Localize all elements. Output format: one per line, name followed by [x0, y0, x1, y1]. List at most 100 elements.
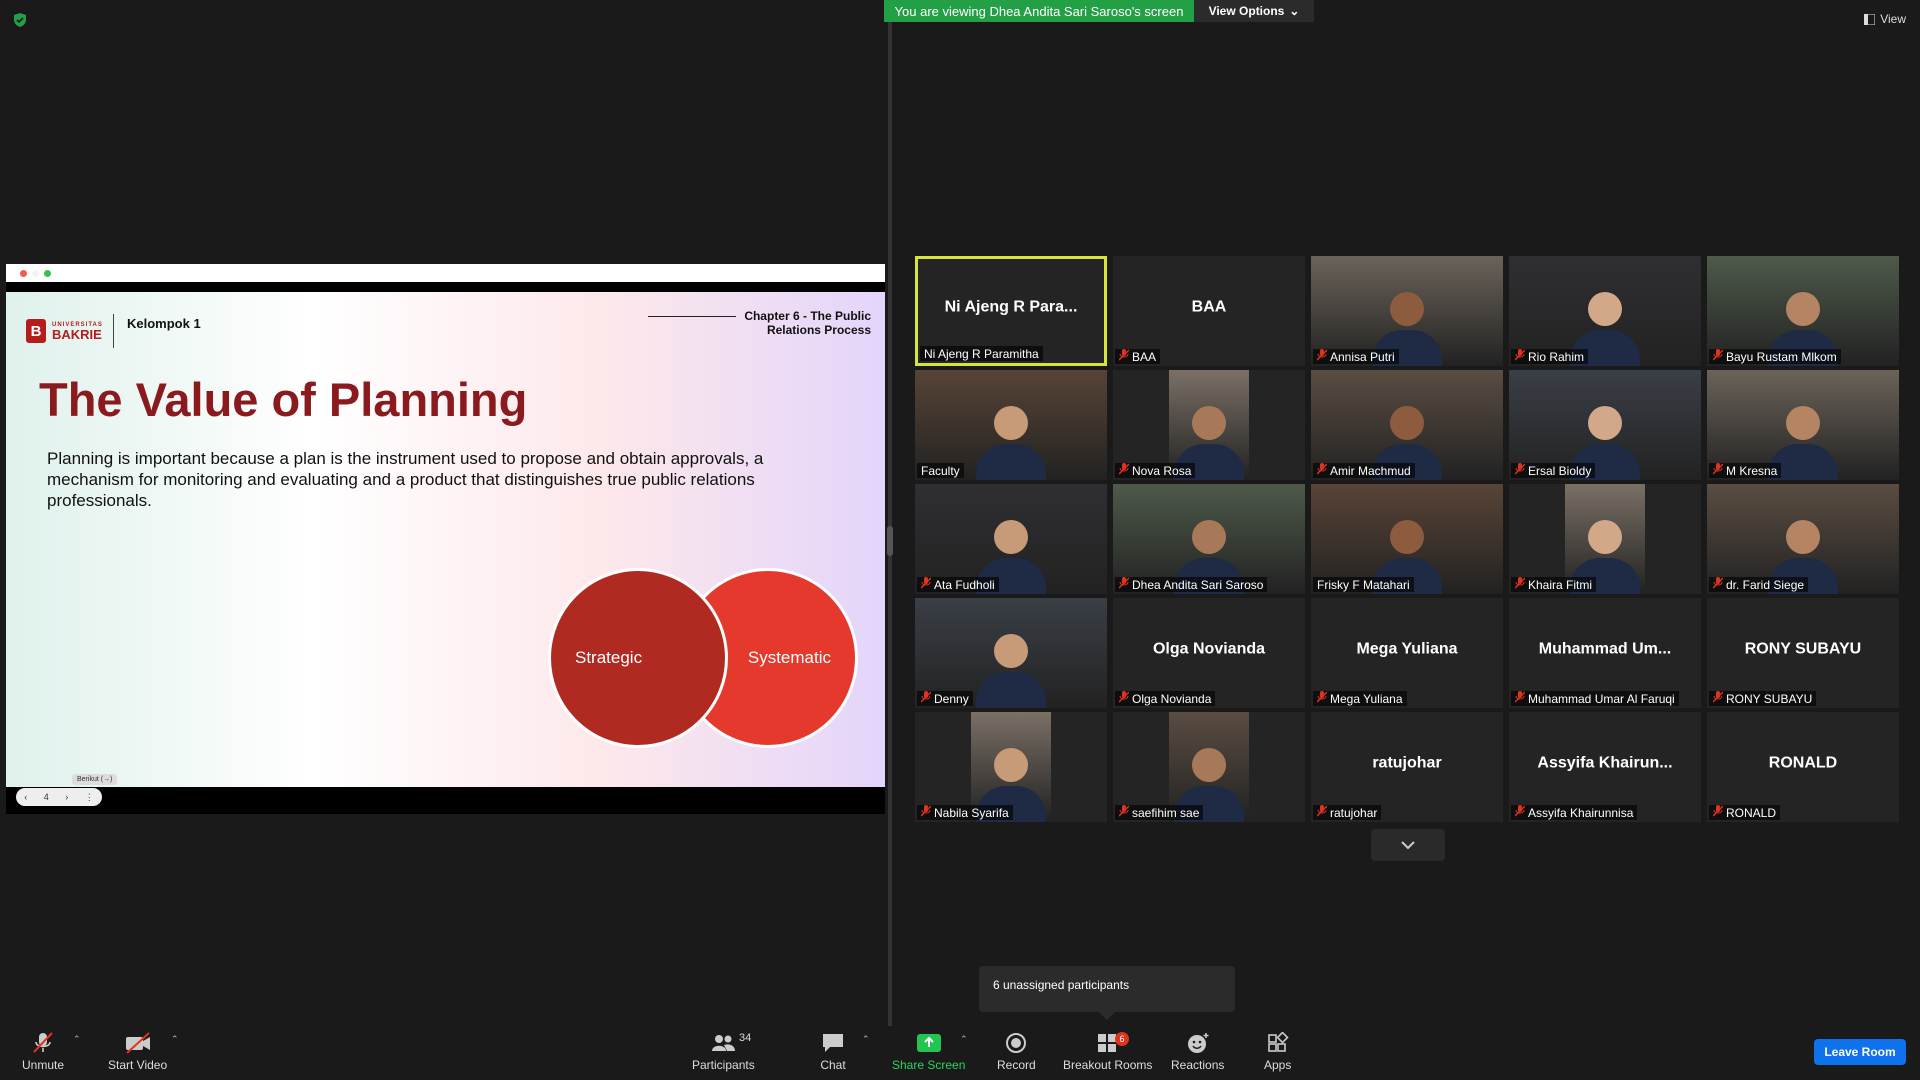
- view-options-label: View Options: [1208, 4, 1285, 18]
- participant-tile[interactable]: Khaira Fitmi: [1509, 484, 1701, 594]
- participant-name-label: Faculty: [917, 463, 964, 478]
- participant-tile[interactable]: BAA BAA: [1113, 256, 1305, 366]
- chat-button[interactable]: Chat: [820, 1032, 846, 1072]
- participant-tile[interactable]: Nabila Syarifa: [915, 712, 1107, 822]
- participant-name-label: Frisky F Matahari: [1313, 577, 1414, 592]
- video-options-caret-icon[interactable]: ⌃: [171, 1034, 179, 1045]
- participant-tile[interactable]: Annisa Putri: [1311, 256, 1503, 366]
- reactions-button[interactable]: Reactions: [1171, 1032, 1224, 1072]
- view-options-button[interactable]: View Options ⌄: [1194, 0, 1314, 22]
- viewing-screen-banner: You are viewing Dhea Andita Sari Saroso'…: [884, 0, 1194, 22]
- participant-tile[interactable]: Dhea Andita Sari Saroso: [1113, 484, 1305, 594]
- chapter-line-2: Relations Process: [766, 323, 871, 337]
- share-screen-button[interactable]: Share Screen: [892, 1032, 965, 1072]
- muted-mic-icon: [1514, 691, 1526, 706]
- breakout-rooms-label: Breakout Rooms: [1063, 1058, 1153, 1072]
- participant-name-label: Nova Rosa: [1115, 463, 1196, 478]
- record-button[interactable]: Record: [997, 1032, 1036, 1072]
- participant-tile[interactable]: Faculty: [915, 370, 1107, 480]
- participant-tile[interactable]: Muhammad Um... Muhammad Umar Al Faruqi: [1509, 598, 1701, 708]
- participant-tile[interactable]: Denny: [915, 598, 1107, 708]
- pane-splitter[interactable]: [888, 22, 892, 1026]
- participant-name-label: Rio Rahim: [1511, 349, 1589, 364]
- start-video-button[interactable]: Start Video: [108, 1032, 167, 1072]
- participant-name: Dhea Andita Sari Saroso: [1132, 577, 1264, 592]
- splitter-handle[interactable]: [887, 526, 893, 556]
- participants-count: 34: [739, 1032, 752, 1044]
- previous-slide-icon[interactable]: ‹: [24, 792, 27, 802]
- group-name: Kelompok 1: [127, 316, 201, 331]
- participant-name-label: Muhammad Umar Al Faruqi: [1511, 691, 1679, 706]
- muted-mic-icon: [1316, 349, 1328, 364]
- apps-button[interactable]: Apps: [1264, 1032, 1291, 1072]
- participant-name: Annisa Putri: [1330, 349, 1395, 364]
- zoom-meeting-window: You are viewing Dhea Andita Sari Saroso'…: [0, 0, 1920, 1080]
- participant-name-label: ratujohar: [1313, 805, 1382, 820]
- audio-options-caret-icon[interactable]: ⌃: [73, 1034, 81, 1045]
- participant-face: [994, 520, 1028, 554]
- participant-display-name: Ni Ajeng R Para...: [944, 298, 1078, 316]
- participant-tile[interactable]: Ata Fudholi: [915, 484, 1107, 594]
- participant-tile[interactable]: Ersal Bioldy: [1509, 370, 1701, 480]
- participant-name-label: Denny: [917, 691, 973, 706]
- participant-display-name: RONY SUBAYU: [1744, 640, 1862, 658]
- participant-face: [1192, 748, 1226, 782]
- view-label: View: [1880, 12, 1906, 26]
- chevron-down-icon: [1401, 841, 1415, 850]
- leave-room-button[interactable]: Leave Room: [1814, 1039, 1906, 1065]
- participant-tile[interactable]: RONY SUBAYU RONY SUBAYU: [1707, 598, 1899, 708]
- start-video-label: Start Video: [108, 1058, 168, 1072]
- participant-tile[interactable]: Amir Machmud: [1311, 370, 1503, 480]
- muted-mic-icon: [1712, 805, 1724, 820]
- participants-button[interactable]: Participants 34: [692, 1032, 755, 1072]
- participant-name: Assyifa Khairunnisa: [1528, 805, 1634, 820]
- participant-tile[interactable]: Rio Rahim: [1509, 256, 1701, 366]
- participant-name: dr. Farid Siege: [1726, 577, 1805, 592]
- next-slide-icon[interactable]: ›: [65, 792, 68, 802]
- more-options-icon[interactable]: ⋮: [85, 792, 94, 803]
- security-shield-icon[interactable]: [12, 12, 28, 28]
- participant-face: [1786, 406, 1820, 440]
- expand-gallery-button[interactable]: [1371, 829, 1445, 861]
- minimize-dot-icon: [32, 270, 39, 277]
- participant-name-label: Ni Ajeng R Paramitha: [920, 346, 1043, 361]
- participant-tile[interactable]: saefihim sae: [1113, 712, 1305, 822]
- participant-tile[interactable]: Bayu Rustam Mlkom: [1707, 256, 1899, 366]
- participant-tile[interactable]: Assyifa Khairun... Assyifa Khairunnisa: [1509, 712, 1701, 822]
- participant-name-label: RONALD: [1709, 805, 1781, 820]
- muted-mic-icon: [1118, 463, 1130, 478]
- breakout-rooms-button[interactable]: Breakout Rooms 6: [1063, 1032, 1152, 1072]
- participant-name: ratujohar: [1330, 805, 1378, 820]
- record-label: Record: [997, 1058, 1036, 1072]
- participant-face: [1390, 406, 1424, 440]
- share-screen-icon: [916, 1034, 941, 1052]
- participant-tile[interactable]: Nova Rosa: [1113, 370, 1305, 480]
- participant-tile[interactable]: Frisky F Matahari: [1311, 484, 1503, 594]
- view-button[interactable]: View: [1864, 12, 1906, 26]
- unmute-button[interactable]: Unmute: [22, 1032, 64, 1072]
- participant-tile[interactable]: ratujohar ratujohar: [1311, 712, 1503, 822]
- participant-name: M Kresna: [1726, 463, 1778, 478]
- maximize-dot-icon: [44, 270, 51, 277]
- participant-display-name: BAA: [1191, 298, 1227, 316]
- muted-mic-icon: [920, 691, 932, 706]
- muted-mic-icon: [1118, 691, 1130, 706]
- participant-tile[interactable]: dr. Farid Siege: [1707, 484, 1899, 594]
- muted-mic-icon: [1316, 463, 1328, 478]
- participant-tile[interactable]: Olga Novianda Olga Novianda: [1113, 598, 1305, 708]
- university-logo: B UNIVERSITAS BAKRIE: [26, 314, 114, 348]
- participant-tile[interactable]: M Kresna: [1707, 370, 1899, 480]
- participant-tile[interactable]: Ni Ajeng R Para... Ni Ajeng R Paramitha: [915, 256, 1107, 366]
- participant-body: [976, 444, 1046, 480]
- share-options-caret-icon[interactable]: ⌃: [960, 1034, 968, 1045]
- participant-tile[interactable]: RONALD RONALD: [1707, 712, 1899, 822]
- presentation-slide: B UNIVERSITAS BAKRIE Kelompok 1 Chapter …: [6, 292, 885, 787]
- participant-display-name: RONALD: [1768, 754, 1838, 772]
- participant-name: Denny: [934, 691, 969, 706]
- participant-tile[interactable]: Mega Yuliana Mega Yuliana: [1311, 598, 1503, 708]
- chat-options-caret-icon[interactable]: ⌃: [862, 1034, 870, 1045]
- participant-name: Faculty: [921, 463, 960, 478]
- participant-name-label: Ata Fudholi: [917, 577, 999, 592]
- participant-face: [1192, 520, 1226, 554]
- chevron-down-icon: ⌄: [1289, 4, 1300, 18]
